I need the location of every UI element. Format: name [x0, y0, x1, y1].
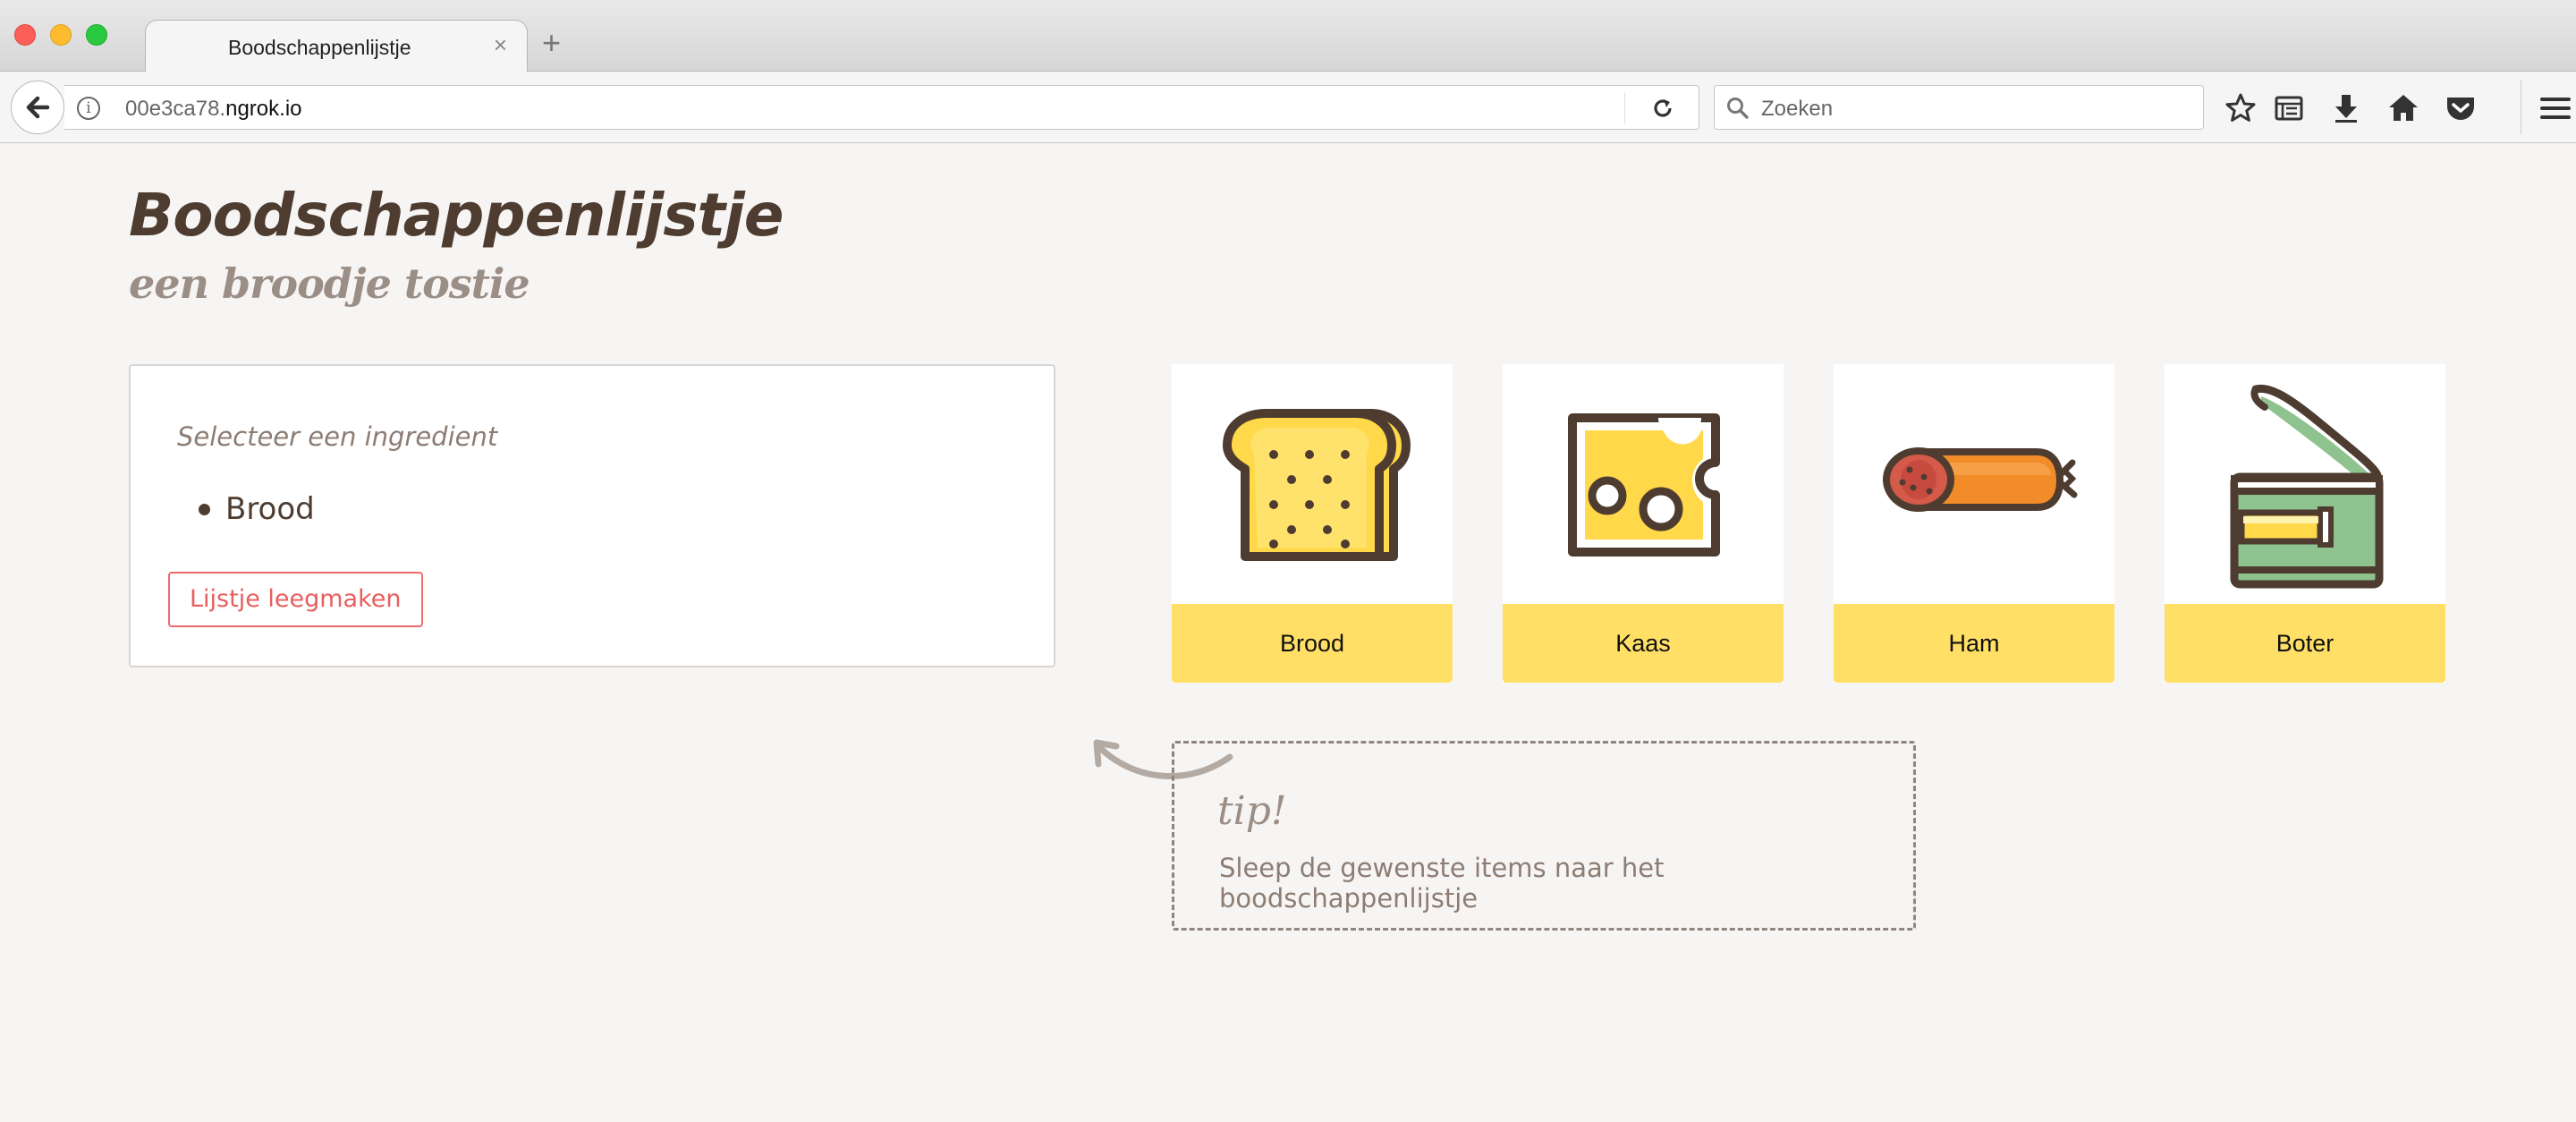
close-window-button[interactable] [14, 24, 36, 46]
pocket-icon[interactable] [2444, 91, 2478, 125]
tip-box: tip! Sleep de gewenste items naar het bo… [1172, 741, 1916, 931]
maximize-window-button[interactable] [86, 24, 107, 46]
browser-tab[interactable]: Boodschappenlijstje × [145, 20, 528, 72]
ingredient-label: Ham [1834, 604, 2114, 683]
info-icon[interactable]: i [77, 97, 100, 120]
cheese-illustration [1503, 364, 1784, 604]
download-icon[interactable] [2329, 91, 2363, 125]
hamburger-menu-icon[interactable] [2538, 91, 2572, 125]
home-icon[interactable] [2386, 91, 2420, 125]
butter-illustration [2165, 364, 2445, 604]
url-text[interactable]: 00e3ca78.ngrok.io [125, 97, 302, 122]
search-icon [1727, 98, 1749, 119]
list-item: Brood [199, 489, 315, 529]
ingredient-card-ham[interactable]: Ham [1834, 364, 2114, 683]
ingredient-label: Brood [1172, 604, 1453, 683]
ingredient-label: Kaas [1503, 604, 1784, 683]
tip-text: Sleep de gewenste items naar het boodsch… [1219, 853, 1665, 914]
tab-close-icon[interactable]: × [494, 31, 507, 59]
reload-icon[interactable] [1650, 96, 1675, 121]
bread-icon [1223, 409, 1411, 561]
page-subtitle: een broodje tostie [129, 259, 530, 308]
back-button[interactable] [11, 81, 64, 134]
tab-title: Boodschappenlijstje [228, 36, 411, 59]
butter-tin-icon [2230, 384, 2384, 589]
ingredient-card-boter[interactable]: Boter [2165, 364, 2445, 683]
bread-illustration [1172, 364, 1453, 604]
search-placeholder: Zoeken [1761, 97, 1834, 121]
ingredient-label: Boter [2165, 604, 2445, 683]
ingredient-card-kaas[interactable]: Kaas [1503, 364, 1784, 683]
browser-navbar: i 00e3ca78.ngrok.io Zoeken [0, 72, 2576, 143]
browser-titlebar: Boodschappenlijstje × + [0, 0, 2576, 72]
list-hint: Selecteer een ingredient [177, 421, 498, 452]
back-arrow-icon [26, 96, 50, 119]
shopping-list: Brood [199, 489, 315, 529]
ham-icon [1883, 447, 2078, 512]
ingredient-card-brood[interactable]: Brood [1172, 364, 1453, 683]
star-icon[interactable] [2224, 91, 2258, 125]
ham-illustration [1834, 364, 2114, 604]
clear-list-button[interactable]: Lijstje leegmaken [168, 572, 423, 627]
new-tab-button[interactable]: + [542, 27, 561, 59]
cheese-icon [1568, 413, 1720, 557]
tip-title: tip! [1217, 788, 1287, 834]
page-title: Boodschappenlijstje [129, 181, 784, 250]
shopping-list-panel[interactable]: Selecteer een ingredient Brood Lijstje l… [129, 364, 1055, 667]
search-bar[interactable]: Zoeken [1714, 85, 2204, 130]
reading-list-icon[interactable] [2272, 91, 2306, 125]
url-bar[interactable]: i 00e3ca78.ngrok.io [64, 85, 1699, 130]
url-separator [1624, 93, 1625, 123]
minimize-window-button[interactable] [50, 24, 72, 46]
